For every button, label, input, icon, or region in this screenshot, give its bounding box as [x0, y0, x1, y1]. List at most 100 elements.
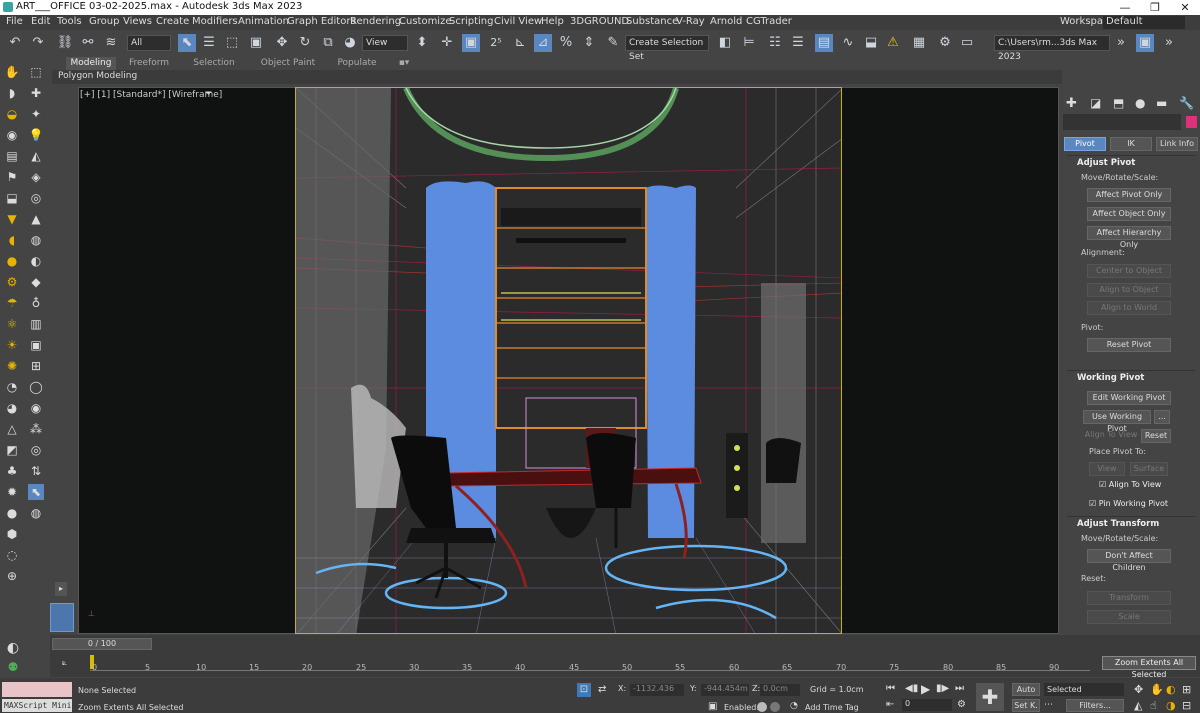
menu-vray[interactable]: V-Ray: [676, 16, 705, 27]
current-frame-field[interactable]: 0: [902, 699, 952, 711]
sunlight-icon[interactable]: ☀: [4, 337, 20, 353]
disc-icon[interactable]: ◉: [28, 400, 44, 416]
tab-freeform[interactable]: Freeform: [124, 57, 174, 70]
paint-select-icon[interactable]: ✋: [4, 64, 20, 80]
sun-icon[interactable]: ●: [4, 253, 20, 269]
working-pivot-options-button[interactable]: ...: [1154, 410, 1170, 424]
pin-working-pivot-checkbox[interactable]: ☑ Pin Working Pivot: [1089, 499, 1168, 508]
orbit-icon[interactable]: ◑: [1166, 699, 1176, 712]
tab-link-info[interactable]: Link Info: [1156, 137, 1198, 151]
modify-tab-icon[interactable]: ◪: [1090, 96, 1101, 110]
ball-icon[interactable]: ●: [4, 505, 20, 521]
selection-set-dropdown[interactable]: Create Selection Set: [625, 35, 709, 62]
move-icon[interactable]: ✥: [273, 34, 291, 52]
enabled-toggle[interactable]: [757, 702, 767, 712]
zoom-all-icon[interactable]: ✋: [1150, 683, 1164, 696]
unlink-icon[interactable]: ⚯: [79, 34, 97, 52]
key-mode-icon[interactable]: ⇤: [886, 699, 894, 710]
omni-icon[interactable]: ◖: [4, 232, 20, 248]
add-time-tag[interactable]: Add Time Tag: [805, 703, 859, 712]
motion-icon[interactable]: ⚑: [4, 169, 20, 185]
camera-icon[interactable]: ✦: [28, 106, 44, 122]
sphere2-icon[interactable]: ◕: [4, 400, 20, 416]
place-surface-button[interactable]: Surface: [1130, 462, 1168, 476]
align-to-view-button-disabled[interactable]: Align To View: [1083, 429, 1139, 443]
isolate-icon[interactable]: ⊡: [577, 683, 591, 697]
maxscript-listener-field[interactable]: [2, 682, 72, 697]
link-icon[interactable]: ⛓: [56, 34, 74, 52]
viewport-label[interactable]: [+] [1] [Standard*] [Wireframe]: [80, 90, 222, 100]
reference-coord-dropdown[interactable]: View: [362, 35, 408, 51]
edit-working-pivot-button[interactable]: Edit Working Pivot: [1087, 391, 1171, 405]
affect-hierarchy-only-button[interactable]: Affect Hierarchy Only: [1087, 226, 1171, 249]
percent-snap-icon[interactable]: ⊿: [534, 34, 552, 52]
display-icon[interactable]: ◈: [28, 169, 44, 185]
snaps-toggle-icon[interactable]: 2⁵: [487, 34, 505, 52]
reset-working-pivot-button[interactable]: Reset: [1141, 429, 1171, 443]
bulb2-icon[interactable]: ♁: [28, 295, 44, 311]
pivot-center-icon[interactable]: ⬍: [413, 34, 431, 52]
goto-end-icon[interactable]: ⏭: [955, 683, 964, 694]
teapot-icon[interactable]: ◔: [4, 379, 20, 395]
angle-snap-icon[interactable]: ⊾: [511, 34, 529, 52]
menu-graph-editors[interactable]: Graph Editors: [287, 16, 356, 27]
plant-icon[interactable]: ♣: [4, 463, 20, 479]
frame-icon[interactable]: ▣: [28, 337, 44, 353]
menu-tools[interactable]: Tools: [57, 16, 82, 27]
pyramid-icon[interactable]: △: [4, 421, 20, 437]
lock-selection-icon[interactable]: ⇄: [598, 684, 606, 695]
viewport-filter-icon[interactable]: ⏷: [205, 89, 212, 99]
center-to-object-button[interactable]: Center to Object: [1087, 264, 1171, 278]
torus-icon[interactable]: ◌: [4, 547, 20, 563]
minimize-button[interactable]: —: [1110, 0, 1140, 15]
reset-scale-button[interactable]: Scale: [1087, 610, 1171, 624]
align-to-view-checkbox[interactable]: ☑ Align To View: [1099, 480, 1161, 489]
sphere-icon[interactable]: ◍: [28, 232, 44, 248]
spotlight-icon[interactable]: ▼: [4, 211, 20, 227]
project-icon[interactable]: ▣: [1136, 34, 1154, 52]
maximize-viewport-icon[interactable]: ⊟: [1182, 699, 1191, 712]
menu-modifiers[interactable]: Modifiers: [192, 16, 238, 27]
tab-pivot[interactable]: Pivot: [1064, 137, 1106, 151]
next-frame-icon[interactable]: ▮▶: [936, 683, 949, 694]
menu-substance[interactable]: Substance: [626, 16, 678, 27]
menu-edit[interactable]: Edit: [31, 16, 50, 27]
tab-ik[interactable]: IK: [1110, 137, 1152, 151]
time-slider[interactable]: 0 / 100: [52, 638, 152, 650]
lamp-icon[interactable]: ☂: [4, 295, 20, 311]
render-setup-icon[interactable]: ⚙: [936, 34, 954, 52]
cluster-icon[interactable]: ⬢: [4, 526, 20, 542]
warning-icon[interactable]: ⚠: [884, 34, 902, 52]
scene-explorer-icon[interactable]: ☷: [766, 34, 784, 52]
menu-scripting[interactable]: Scripting: [449, 16, 493, 27]
time-tag-icon[interactable]: ▣: [708, 701, 717, 712]
adjust-transform-header[interactable]: Adjust Transform: [1067, 516, 1195, 530]
select-manipulate-icon[interactable]: ✛: [438, 34, 456, 52]
adjust-pivot-header[interactable]: Adjust Pivot: [1067, 155, 1195, 169]
menu-create[interactable]: Create: [156, 16, 189, 27]
undo-icon[interactable]: ↶: [6, 34, 24, 52]
panel-icon[interactable]: ▥: [28, 316, 44, 332]
cone-icon[interactable]: ✚: [28, 85, 44, 101]
place-icon[interactable]: ◕: [341, 34, 359, 52]
select-object-icon[interactable]: ⬉: [178, 34, 196, 52]
arrows-icon[interactable]: ⇅: [28, 463, 44, 479]
render-icon[interactable]: ◎: [28, 190, 44, 206]
menu-animation[interactable]: Animation: [238, 16, 289, 27]
tube-icon[interactable]: ◍: [28, 505, 44, 521]
align-to-world-button[interactable]: Align to World: [1087, 301, 1171, 315]
align-to-object-button[interactable]: Align to Object: [1087, 283, 1171, 297]
light-icon[interactable]: ◒: [4, 106, 20, 122]
modify-icon[interactable]: ▤: [4, 148, 20, 164]
menu-views[interactable]: Views: [123, 16, 152, 27]
y-coord-field[interactable]: -944.454m: [701, 684, 749, 696]
enabled-toggle-2[interactable]: [770, 702, 780, 712]
align-icon[interactable]: ⊨: [740, 34, 758, 52]
maxscript-mini[interactable]: MAXScript Mini: [2, 699, 72, 712]
hierarchy-icon[interactable]: ◭: [28, 148, 44, 164]
rotate-icon[interactable]: ↻: [296, 34, 314, 52]
material-editor-icon[interactable]: ▦: [910, 34, 928, 52]
affect-object-only-button[interactable]: Affect Object Only: [1087, 207, 1171, 221]
key-filter-dropdown[interactable]: Selected: [1044, 683, 1124, 696]
menu-cgtrader[interactable]: CGTrader: [746, 16, 792, 27]
